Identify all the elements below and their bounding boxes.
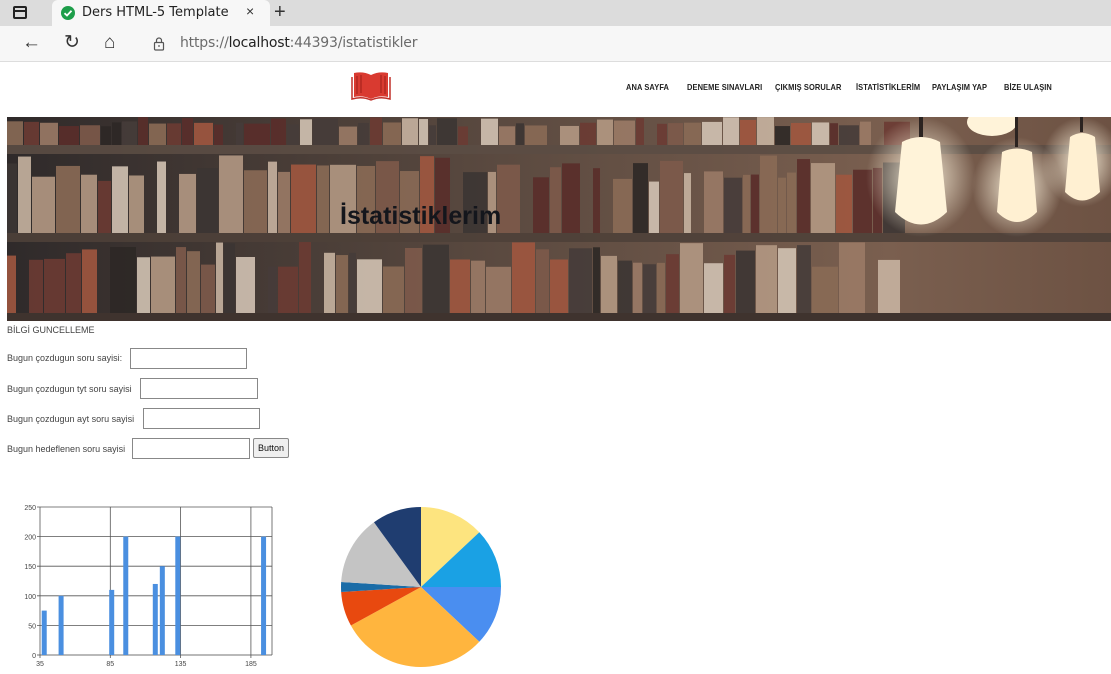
y-tick-label: 100: [24, 594, 36, 601]
ayt-count-input[interactable]: [143, 408, 260, 429]
bar: [261, 536, 267, 655]
bar: [109, 589, 115, 655]
tab-close-icon[interactable]: ×: [246, 3, 254, 19]
address-bar: ← ↻ ⌂ https://localhost:44393/istatistik…: [0, 26, 1111, 62]
nav-item-istatistiklerim[interactable]: İSTATİSTİKLERİM: [856, 82, 920, 92]
url-prefix: https://: [180, 35, 229, 51]
hero-banner: [7, 117, 1111, 321]
target-count-label: Bugun hedeflenen soru sayisi: [7, 444, 126, 454]
window-icon[interactable]: [13, 6, 27, 19]
x-tick-label: 185: [245, 661, 257, 668]
y-tick-label: 0: [32, 653, 36, 660]
x-tick-label: 35: [36, 661, 44, 668]
bar-chart: 0 50 100 150 200 250 35 85 135 185: [24, 505, 273, 668]
nav-item-paylasim-yap[interactable]: PAYLAŞIM YAP: [932, 82, 987, 92]
lock-icon[interactable]: [153, 37, 165, 51]
back-icon[interactable]: ←: [22, 32, 41, 54]
url-path: :44393/istatistikler: [289, 35, 418, 51]
browser-tab-bar: Ders HTML-5 Template × +: [0, 0, 1111, 26]
bar: [175, 536, 181, 655]
x-tick-label: 135: [175, 661, 187, 668]
ayt-count-label: Bugun çozdugun ayt soru sayisi: [7, 414, 135, 424]
nav-item-cikmis-sorular[interactable]: ÇIKMIŞ SORULAR: [775, 82, 841, 92]
nav-item-bize-ulasin[interactable]: BİZE ULAŞIN: [1004, 82, 1052, 92]
target-count-input[interactable]: [132, 438, 250, 459]
submit-button[interactable]: Button: [253, 438, 289, 458]
bar: [58, 595, 64, 655]
tab-title: Ders HTML-5 Template: [82, 5, 229, 20]
y-tick-label: 50: [28, 623, 36, 630]
bookshelf-background: [7, 117, 1111, 321]
solved-count-label: Bugun çozdugun soru sayisi:: [7, 353, 123, 363]
nav-item-ana-sayfa[interactable]: ANA SAYFA: [626, 82, 669, 92]
reload-icon[interactable]: ↻: [64, 32, 80, 54]
nav-item-deneme-sinavlari[interactable]: DENEME SINAVLARI: [687, 82, 762, 92]
y-tick-label: 150: [24, 564, 36, 571]
solved-count-input[interactable]: [130, 348, 247, 369]
home-icon[interactable]: ⌂: [104, 32, 115, 54]
url-host: localhost: [228, 35, 290, 51]
book-logo-icon[interactable]: [351, 69, 391, 101]
url-field[interactable]: https://localhost:44393/istatistikler: [180, 35, 417, 51]
page-title: İstatistiklerim: [340, 202, 502, 230]
tyt-count-label: Bugun çozdugun tyt soru sayisi: [7, 384, 132, 394]
new-tab-icon[interactable]: +: [274, 0, 286, 24]
y-tick-label: 250: [24, 505, 36, 512]
x-tick-label: 85: [106, 661, 114, 668]
tyt-count-input[interactable]: [140, 378, 258, 399]
bar: [152, 583, 158, 655]
y-tick-label: 200: [24, 535, 36, 542]
site-navbar: ANA SAYFA DENEME SINAVLARI ÇIKMIŞ SORULA…: [0, 63, 1111, 117]
favicon-check-icon: [61, 6, 75, 20]
browser-tab[interactable]: Ders HTML-5 Template ×: [52, 0, 270, 26]
bar: [41, 610, 47, 655]
pie-chart: [341, 507, 501, 667]
bar: [159, 566, 165, 655]
form-heading: BİLGİ GUNCELLEME: [7, 325, 95, 335]
bar: [123, 536, 129, 655]
